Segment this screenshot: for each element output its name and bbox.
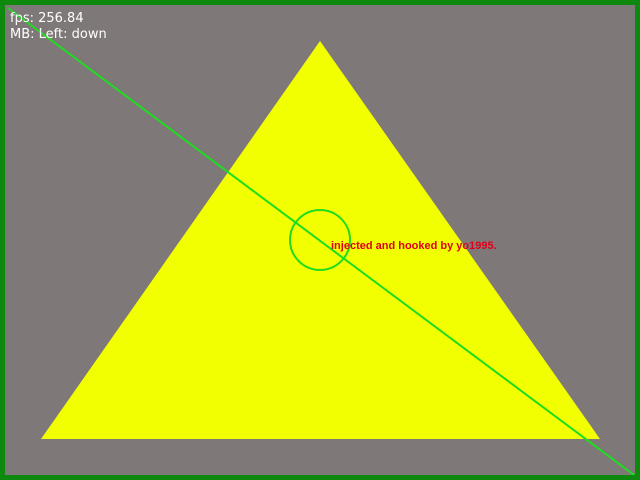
render-scene bbox=[7, 7, 635, 475]
fps-counter: fps: 256.84 bbox=[10, 11, 84, 26]
game-viewport[interactable]: fps: 256.84 MB: Left: down injected and … bbox=[0, 0, 640, 480]
mouse-button-status: MB: Left: down bbox=[10, 27, 107, 42]
injection-overlay-text: injected and hooked by yo1995. bbox=[331, 240, 497, 252]
